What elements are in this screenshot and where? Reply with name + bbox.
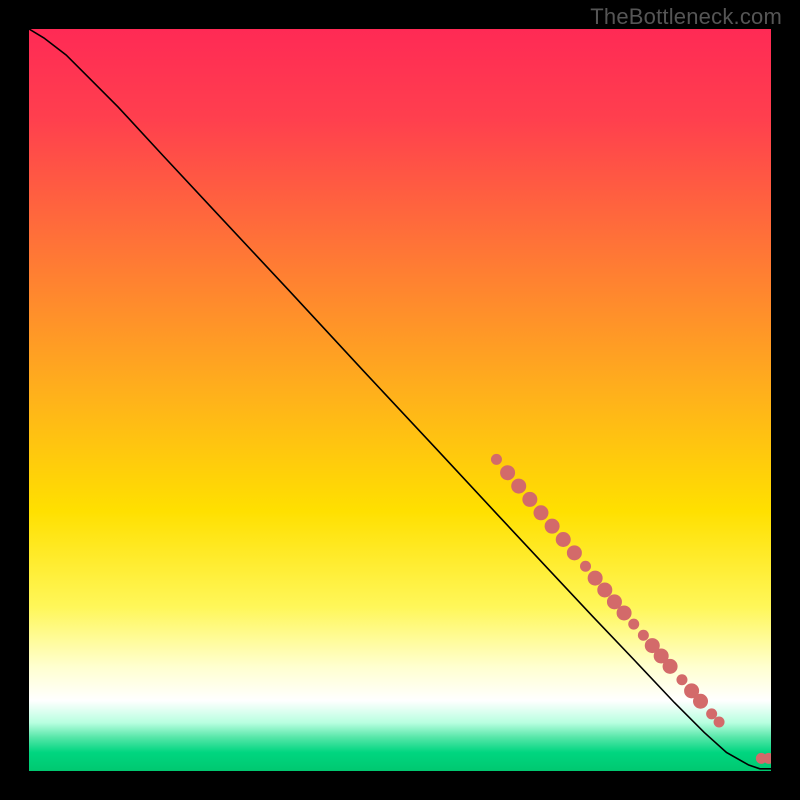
watermark-text: TheBottleneck.com	[590, 4, 782, 30]
scatter-dot	[693, 694, 708, 709]
scatter-dot	[567, 545, 582, 560]
scatter-dot	[628, 619, 639, 630]
scatter-dot	[617, 605, 632, 620]
scatter-dot	[706, 708, 717, 719]
chart-plot-area	[29, 29, 771, 771]
scatter-dot	[588, 571, 603, 586]
scatter-dot	[663, 659, 678, 674]
chart-svg	[29, 29, 771, 771]
scatter-dot	[511, 479, 526, 494]
scatter-dot	[638, 630, 649, 641]
scatter-dot	[533, 505, 548, 520]
scatter-dot	[522, 492, 537, 507]
scatter-dot	[597, 582, 612, 597]
scatter-dot	[580, 561, 591, 572]
scatter-dot	[676, 674, 687, 685]
scatter-dot	[500, 465, 515, 480]
scatter-dot	[545, 519, 560, 534]
scatter-dot	[556, 532, 571, 547]
scatter-dot	[491, 454, 502, 465]
scatter-dot	[714, 717, 725, 728]
